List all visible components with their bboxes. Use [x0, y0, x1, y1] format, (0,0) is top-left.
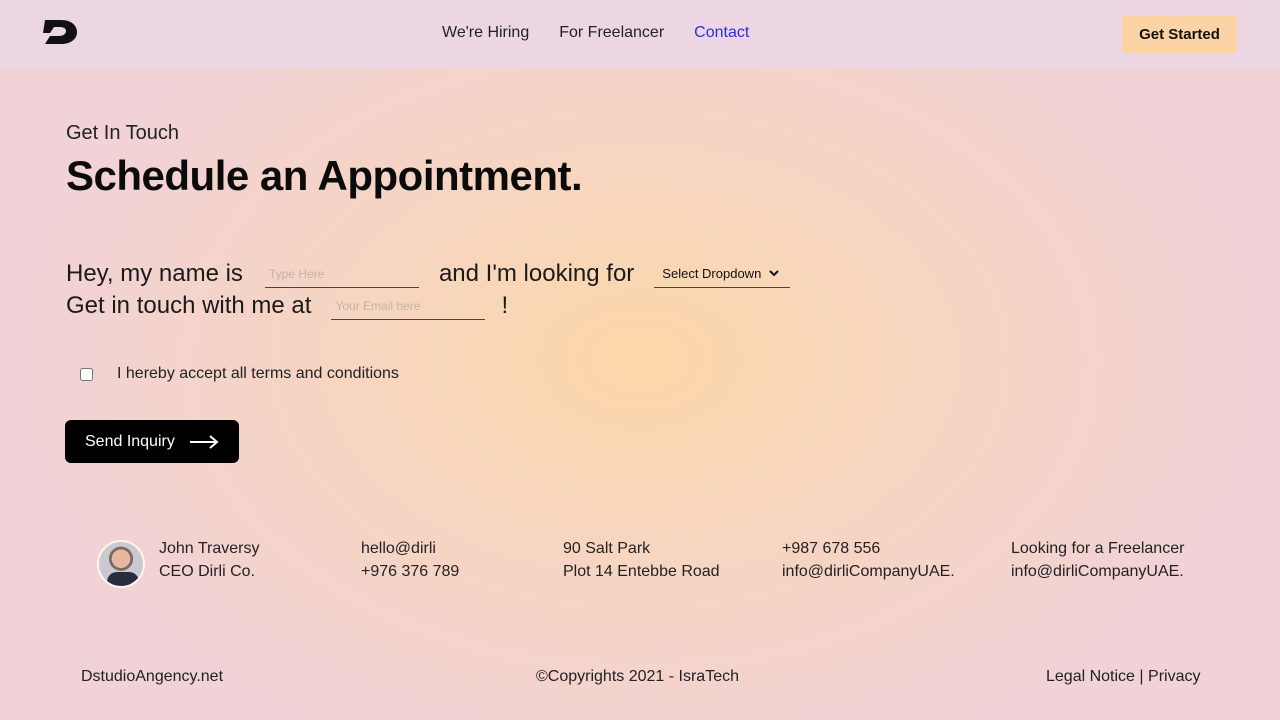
dropdown-value: Select Dropdown	[662, 266, 762, 281]
service-dropdown[interactable]: Select Dropdown	[654, 254, 791, 288]
page-title: Schedule an Appointment.	[66, 152, 583, 199]
uae-phone: +987 678 556	[782, 540, 881, 557]
footer-copyright: ©Copyrights 2021 - IsraTech	[536, 668, 739, 685]
footer-links: Legal Notice | Privacy	[1046, 668, 1200, 686]
email-input[interactable]	[331, 292, 486, 320]
footer-site: DstudioAngency.net	[81, 668, 224, 685]
nav-link-freelancer[interactable]: For Freelancer	[559, 24, 664, 42]
looking-for-text: and I'm looking for	[438, 260, 635, 287]
footer-separator: |	[1139, 668, 1144, 685]
nav-links: We're Hiring For Freelancer Contact	[442, 24, 749, 42]
arrow-right-icon	[189, 429, 219, 455]
contact-email: hello@dirli	[361, 540, 436, 557]
address-line-1: 90 Salt Park	[563, 540, 651, 557]
terms-row[interactable]: I hereby accept all terms and conditions	[80, 365, 399, 383]
email-prefix-text: Get in touch with me at	[66, 292, 312, 319]
legal-notice-link[interactable]: Legal Notice	[1046, 668, 1135, 685]
chevron-down-icon	[769, 268, 780, 280]
name-prefix-text: Hey, my name is	[66, 260, 243, 287]
contact-address: 90 Salt Park Plot 14 Entebbe Road	[563, 537, 720, 583]
avatar	[97, 540, 145, 588]
name-input[interactable]	[264, 260, 419, 288]
nav-link-contact[interactable]: Contact	[694, 24, 749, 42]
person-role: CEO Dirli Co.	[159, 563, 256, 580]
logo-d-icon[interactable]	[42, 16, 78, 46]
uae-email: info@dirliCompanyUAE.	[782, 563, 955, 580]
contact-uae: +987 678 556 info@dirliCompanyUAE.	[782, 537, 955, 583]
terms-label: I hereby accept all terms and conditions	[117, 365, 399, 382]
avatar-suit	[107, 572, 139, 586]
person-name: John Traversy	[159, 540, 260, 557]
send-inquiry-label: Send Inquiry	[85, 432, 175, 450]
exclamation-text: !	[501, 292, 509, 319]
freelancer-email: info@dirliCompanyUAE.	[1011, 563, 1184, 580]
contact-freelancer: Looking for a Freelancer info@dirliCompa…	[1011, 537, 1184, 583]
contact-phone: +976 376 789	[361, 563, 460, 580]
form-line-email: Get in touch with me at !	[66, 292, 508, 320]
nav-link-hiring[interactable]: We're Hiring	[442, 24, 529, 42]
contact-email-phone: hello@dirli +976 376 789	[361, 537, 459, 583]
send-inquiry-button[interactable]: Send Inquiry	[65, 420, 239, 463]
form-line-name: Hey, my name is and I'm looking for Sele…	[66, 254, 791, 288]
privacy-link[interactable]: Privacy	[1148, 668, 1200, 685]
get-started-button[interactable]: Get Started	[1122, 15, 1237, 53]
contact-person: John Traversy CEO Dirli Co.	[159, 537, 259, 583]
terms-checkbox[interactable]	[80, 367, 93, 381]
top-nav: We're Hiring For Freelancer Contact Get …	[0, 0, 1280, 68]
eyebrow-text: Get In Touch	[66, 122, 180, 144]
address-line-2: Plot 14 Entebbe Road	[563, 563, 720, 580]
freelancer-text: Looking for a Freelancer	[1011, 540, 1185, 557]
